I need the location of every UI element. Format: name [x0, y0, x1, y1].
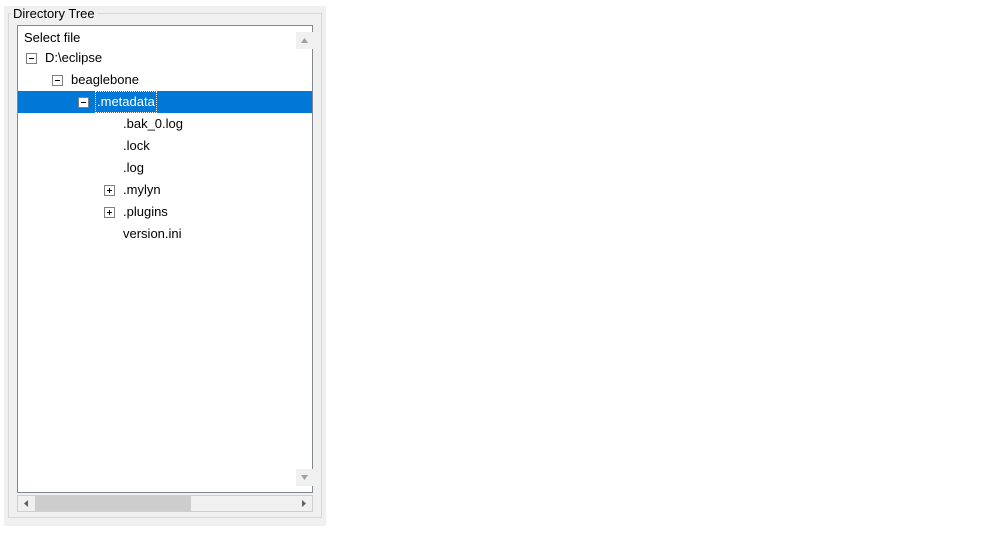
scroll-up-button[interactable]	[296, 32, 313, 49]
tree-inner[interactable]: D:\eclipsebeaglebone.metadata.bak_0.log.…	[18, 47, 312, 489]
indent	[18, 168, 104, 169]
expander-spacer	[104, 229, 115, 240]
collapse-icon[interactable]	[26, 53, 37, 64]
tree-node-label: .bak_0.log	[121, 113, 185, 135]
tree-node-label: .plugins	[121, 201, 170, 223]
tree-header: Select file	[18, 26, 312, 47]
tree-node-label: .log	[121, 157, 146, 179]
scroll-right-button[interactable]	[295, 496, 312, 511]
directory-tree-group: Directory Tree Select file D:\eclipsebea…	[8, 6, 322, 518]
indent	[18, 146, 104, 147]
tree-node[interactable]: .mylyn	[18, 179, 312, 201]
tree-node[interactable]: D:\eclipse	[18, 47, 312, 69]
expand-icon[interactable]	[104, 207, 115, 218]
tree-node[interactable]: .log	[18, 157, 312, 179]
indent	[18, 124, 104, 125]
expander-spacer	[104, 141, 115, 152]
tree-node[interactable]: version.ini	[18, 223, 312, 245]
tree-node[interactable]: .lock	[18, 135, 312, 157]
chevron-down-icon	[300, 473, 309, 482]
tree-node-label: beaglebone	[69, 69, 141, 91]
scroll-down-button[interactable]	[296, 469, 313, 486]
group-title: Directory Tree	[11, 6, 97, 21]
tree-node[interactable]: .plugins	[18, 201, 312, 223]
scrollbar-thumb[interactable]	[35, 496, 191, 511]
scrollbar-track[interactable]	[35, 496, 295, 511]
expand-icon[interactable]	[104, 185, 115, 196]
indent	[18, 80, 52, 81]
collapse-icon[interactable]	[78, 97, 89, 108]
indent	[18, 212, 104, 213]
tree-node-label: version.ini	[121, 223, 184, 245]
indent	[18, 102, 78, 103]
tree-node-label: .lock	[121, 135, 152, 157]
indent	[18, 234, 104, 235]
scroll-left-button[interactable]	[18, 496, 35, 511]
tree-node-label: .mylyn	[121, 179, 163, 201]
chevron-right-icon	[299, 499, 308, 508]
tree-node-label: D:\eclipse	[43, 47, 104, 69]
expander-spacer	[104, 119, 115, 130]
indent	[18, 190, 104, 191]
expander-spacer	[104, 163, 115, 174]
tree-node[interactable]: beaglebone	[18, 69, 312, 91]
directory-tree-panel: Directory Tree Select file D:\eclipsebea…	[4, 6, 326, 526]
tree-node-label: .metadata	[95, 91, 157, 113]
chevron-up-icon	[300, 36, 309, 45]
collapse-icon[interactable]	[52, 75, 63, 86]
chevron-left-icon	[22, 499, 31, 508]
tree-node[interactable]: .metadata	[18, 91, 312, 113]
tree-box: Select file D:\eclipsebeaglebone.metadat…	[17, 25, 313, 493]
horizontal-scrollbar[interactable]	[17, 495, 313, 512]
tree-node[interactable]: .bak_0.log	[18, 113, 312, 135]
indent	[18, 58, 26, 59]
